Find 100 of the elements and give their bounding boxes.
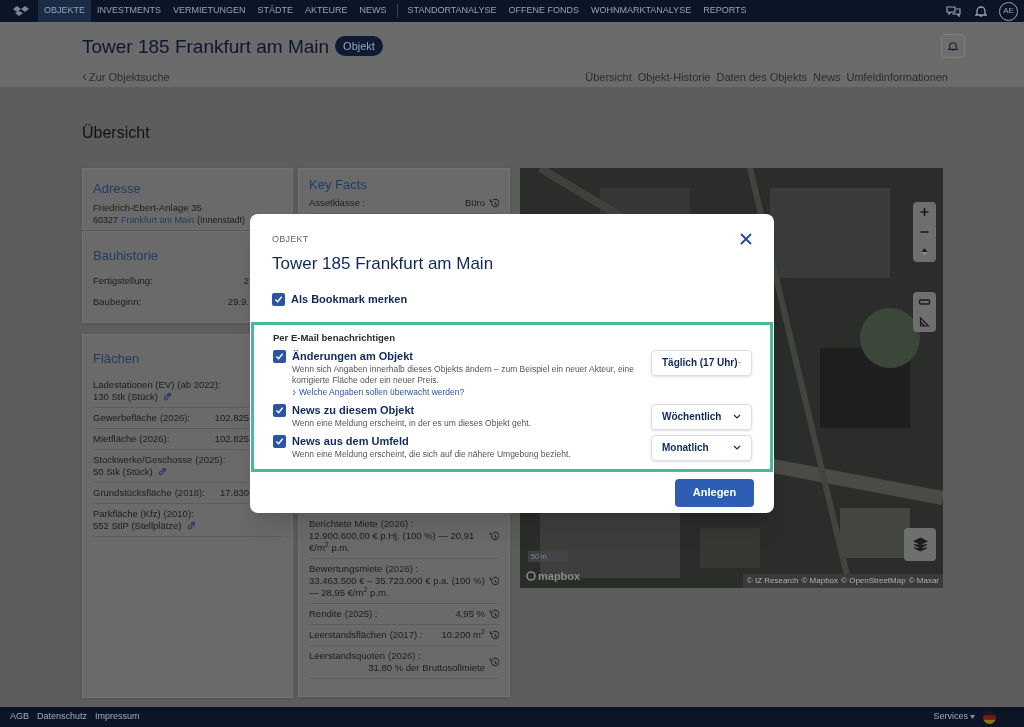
chevron-left-icon	[82, 73, 87, 82]
checkbox-label[interactable]: Änderungen am Objekt	[292, 349, 637, 363]
notification-button[interactable]	[941, 34, 965, 58]
footer-link[interactable]: Datenschutz	[37, 710, 88, 724]
nav-tab[interactable]: OBJEKTE	[38, 0, 91, 22]
row-value: 4,95 %	[455, 608, 485, 620]
submit-button[interactable]: Anlegen	[675, 478, 754, 507]
row-value: 33.463.500 € – 35.723.000 € p.a. (100 %) — 28,95 €/m$^{2}$ p.m.	[309, 575, 485, 599]
row-label: Leerstandsquoten	[309, 650, 386, 662]
flag-icon[interactable]	[983, 710, 996, 724]
district-text: (Innenstadt)	[197, 213, 246, 226]
attribution-link[interactable]: © Mapbox	[801, 575, 839, 587]
row-label: Assetklasse :	[309, 197, 365, 209]
history-icon[interactable]	[489, 198, 499, 208]
frequency-dropdown[interactable]: Wöchentlich	[651, 403, 752, 430]
row-label: Grundstücksfläche	[93, 486, 172, 499]
row-value: Büro	[464, 197, 485, 209]
chevron-right-icon	[292, 388, 296, 396]
card-heading: Adresse	[93, 180, 141, 198]
attribution-link[interactable]: © Maxar	[908, 575, 939, 587]
nav-tab[interactable]: NEWS	[353, 0, 393, 22]
checkbox[interactable]	[273, 403, 286, 417]
nav-tab[interactable]: OFFENE FONDS	[502, 0, 585, 22]
row-label: Bewertungsmiete	[309, 563, 383, 575]
nav-tab[interactable]: AKTEURE	[299, 0, 354, 22]
year-note: (ab 2022):	[177, 378, 221, 391]
address-line: Friedrich-Ebert-Anlage 35	[93, 201, 203, 214]
card-heading: Key Facts	[309, 177, 367, 193]
services-menu[interactable]: Services	[933, 710, 975, 724]
page-title: Tower 185 Frankfurt am Main	[82, 36, 330, 56]
row-label: Fertigstellung:	[93, 273, 153, 288]
row-value: 102.825	[214, 411, 249, 424]
row-value: 31,80 % der Bruttosollmiete	[368, 662, 485, 674]
nav-tab[interactable]: STÄDTE	[251, 0, 300, 22]
history-icon[interactable]	[489, 657, 499, 667]
card-heading: Flächen	[93, 350, 140, 368]
close-icon	[740, 233, 752, 245]
section-title: Übersicht	[82, 123, 151, 143]
row-value: 552 StlP (Stellplätze)	[93, 519, 182, 532]
close-button[interactable]	[740, 232, 754, 246]
link-icon[interactable]	[161, 391, 173, 402]
year-note: (2026) :	[385, 563, 419, 575]
nav-tab[interactable]: STANDORTANALYSE	[401, 0, 503, 22]
row-value: 2	[243, 273, 249, 288]
year-note: (2026):	[159, 411, 190, 424]
row-value: 17.830	[219, 486, 249, 499]
row-label: Ladestationen (EV)	[93, 378, 175, 391]
row-label: Leerstandsflächen	[309, 629, 387, 641]
monitoring-link[interactable]: Welche Angaben sollen überwacht werden?	[292, 385, 465, 399]
bell-icon	[948, 40, 958, 52]
footer-link[interactable]: AGB	[10, 710, 29, 724]
section-label: Per E-Mail benachrichtigen	[273, 330, 396, 345]
mapbox-mark-icon	[526, 570, 536, 581]
year-note: (2025):	[195, 453, 226, 466]
address-zip: 60327	[93, 213, 119, 226]
history-icon[interactable]	[489, 609, 499, 619]
link-icon[interactable]	[185, 520, 197, 531]
frequency-dropdown[interactable]: Monatlich	[651, 434, 752, 461]
object-badge: Objekt	[335, 35, 383, 57]
link-icon[interactable]	[156, 466, 168, 477]
option-description: Wenn eine Meldung erscheint, die sich auf die nähere Umgebung bezieht.	[292, 448, 572, 460]
checkbox[interactable]	[273, 434, 286, 448]
history-icon[interactable]	[489, 630, 499, 640]
checkbox[interactable]	[272, 292, 285, 306]
row-label: Mietfläche	[93, 432, 137, 445]
dialog-eyebrow: OBJEKT	[272, 233, 309, 246]
year-note: (2026):	[139, 432, 170, 445]
nav-tab[interactable]: WOHNMARKTANALYSE	[584, 0, 698, 22]
row-label: Rendite	[309, 608, 342, 620]
layers-button[interactable]	[904, 528, 936, 561]
row-value: 12.900.600,00 € p.Hj. (100 %) — 20,91 €/m$^{2}$ p.m.	[309, 530, 476, 554]
row-label: Stockwerke/Geschosse	[93, 453, 193, 466]
history-icon[interactable]	[489, 576, 499, 586]
bell-icon[interactable]	[975, 4, 987, 18]
nav-tab[interactable]: REPORTS	[697, 0, 753, 22]
checkbox-label[interactable]: Als Bookmark merken	[291, 291, 408, 308]
frequency-dropdown[interactable]: Täglich (17 Uhr)	[651, 349, 752, 376]
history-icon[interactable]	[489, 531, 499, 541]
chat-icon[interactable]	[946, 4, 961, 18]
nav-tab[interactable]: VERMIETUNGEN	[167, 0, 252, 22]
checkbox[interactable]	[273, 349, 286, 363]
checkbox-label[interactable]: News zu diesem Objekt	[292, 403, 637, 417]
attribution-link[interactable]: © OpenStreetMap	[841, 575, 906, 587]
row-value: 29.9.	[227, 294, 249, 309]
card-heading: Bauhistorie	[93, 247, 159, 265]
row-label: Baubeginn:	[93, 294, 142, 309]
year-note: (2025) :	[344, 608, 378, 620]
row-value: 50 Stk (Stück)	[93, 465, 153, 478]
row-label: Gewerbefläche	[93, 411, 157, 424]
attribution-link[interactable]: © IZ Research	[746, 575, 799, 587]
year-note: (2017) :	[389, 629, 423, 641]
year-note: (2026) :	[388, 650, 421, 662]
year-note: (2010):	[163, 507, 194, 520]
dialog-title: Tower 185 Frankfurt am Main	[272, 252, 494, 275]
checkbox-label[interactable]: News aus dem Umfeld	[292, 434, 637, 448]
row-value: 130 Stk (Stück)	[93, 390, 158, 403]
nav-tab[interactable]: INVESTMENTS	[91, 0, 168, 22]
option-description: Wenn sich Angaben innerhalb dieses Objekts ändern – zum Beispiel ein neuer Akteur, eine korrigierte Fläche oder ein neuer Preis.	[292, 363, 635, 386]
footer-link[interactable]: Impressum	[95, 710, 140, 724]
year-note: (2018):	[174, 486, 205, 499]
